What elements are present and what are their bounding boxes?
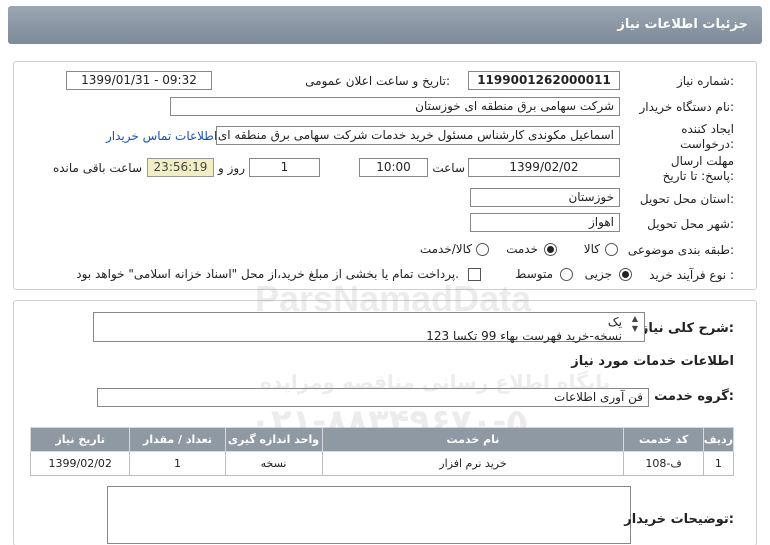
description-scroll-spinner[interactable]: ▲ ▼: [629, 314, 641, 340]
page-title: جزئیات اطلاعات نیاز: [617, 17, 748, 32]
cell-need-date: 1399/02/02: [29, 451, 131, 476]
service-group-field: فن آوری اطلاعات: [97, 388, 649, 407]
description-line-1: یک: [607, 315, 622, 329]
deadline-time-label: ساعت: [432, 161, 465, 175]
treasury-payment-checkbox[interactable]: [468, 268, 481, 281]
category-option-goods: کالا: [583, 242, 600, 256]
process-option-minor: جزیی: [584, 267, 612, 281]
creator-field: اسماعیل مکوندی کارشناس مسئول خرید خدمات …: [216, 126, 620, 145]
buyer-notes-box[interactable]: [107, 486, 631, 544]
buyer-field: شرکت سهامی برق منطقه ای خوزستان: [170, 97, 620, 116]
province-field: خوزستان: [470, 188, 620, 207]
announce-field: 1399/01/31 - 09:32: [66, 71, 212, 90]
need-number-label: شماره نیاز:: [676, 74, 734, 88]
col-row: ردیف: [702, 427, 735, 452]
announce-label: تاریخ و ساعت اعلان عمومی:: [305, 74, 450, 88]
deadline-date-field: 1399/02/02: [468, 158, 620, 177]
process-label: نوع فرآیند خرید :: [649, 268, 734, 282]
services-table-header: ردیف کد خدمت نام خدمت واحد اندازه گیری ت…: [29, 427, 735, 452]
process-option-medium: متوسط: [515, 267, 553, 281]
deadline-label-text: مهلت ارسال پاسخ: تا تاریخ:: [662, 154, 734, 183]
deadline-label: مهلت ارسال پاسخ: تا تاریخ:: [648, 154, 734, 184]
remaining-timer: 23:56:19: [147, 158, 214, 177]
service-group-label: گروه خدمت:: [654, 389, 734, 404]
city-label: شهر محل تحویل:: [647, 217, 734, 231]
cell-unit: نسخه: [224, 451, 323, 476]
description-line-2: نسخه-خرید فهرست بهاء 99 تکسا 123: [426, 329, 622, 343]
deadline-time-field: 10:00: [359, 158, 428, 177]
cell-service-code: ف-108: [623, 451, 704, 476]
page-title-bar: جزئیات اطلاعات نیاز: [8, 6, 762, 44]
category-radio-goods[interactable]: [605, 243, 618, 256]
province-label: استان محل تحویل:: [639, 192, 734, 206]
process-radio-minor[interactable]: [619, 268, 632, 281]
need-number-field: 1199001262000011: [468, 71, 620, 90]
city-field: اهواز: [470, 213, 620, 232]
days-label: روز و: [218, 161, 245, 175]
cell-row: 1: [702, 451, 735, 476]
remaining-label: ساعت باقی مانده: [52, 161, 142, 175]
category-radio-service[interactable]: [544, 243, 557, 256]
category-option-service: خدمت: [506, 242, 538, 256]
cell-quantity: 1: [129, 451, 226, 476]
creator-label: ایجاد کننده درخواست:: [658, 122, 734, 152]
process-radio-medium[interactable]: [560, 268, 573, 281]
category-option-goods-service: کالا/خدمت: [419, 242, 472, 256]
description-box[interactable]: یک نسخه-خرید فهرست بهاء 99 تکسا 123: [93, 312, 645, 343]
col-quantity: تعداد / مقدار: [129, 427, 226, 452]
creator-label-text: ایجاد کننده درخواست:: [680, 122, 734, 151]
contact-info-link[interactable]: اطلاعات تماس خریدار: [106, 129, 217, 143]
col-need-date: تاریخ نیاز: [29, 427, 131, 452]
buyer-label: نام دستگاه خریدار:: [639, 100, 735, 114]
col-service-name: نام خدمت: [321, 427, 625, 452]
services-section-title: اطلاعات خدمات مورد نیاز: [571, 354, 734, 369]
category-label: طبقه بندی موضوعی:: [627, 243, 734, 257]
category-radio-goods-service[interactable]: [476, 243, 489, 256]
days-field: 1: [249, 158, 320, 177]
treasury-payment-note: پرداخت تمام یا بخشی از مبلغ خرید،از محل …: [76, 267, 459, 281]
services-table: ردیف کد خدمت نام خدمت واحد اندازه گیری ت…: [29, 427, 735, 476]
col-service-code: کد خدمت: [623, 427, 704, 452]
cell-service-name: خرید نرم افزار: [321, 451, 625, 476]
col-unit: واحد اندازه گیری: [224, 427, 323, 452]
table-row: 1 ف-108 خرید نرم افزار نسخه 1 1399/02/02: [29, 451, 735, 476]
description-label: شرح کلی نیاز:: [640, 321, 734, 336]
buyer-notes-label: توضیحات خریدار:: [624, 512, 734, 527]
